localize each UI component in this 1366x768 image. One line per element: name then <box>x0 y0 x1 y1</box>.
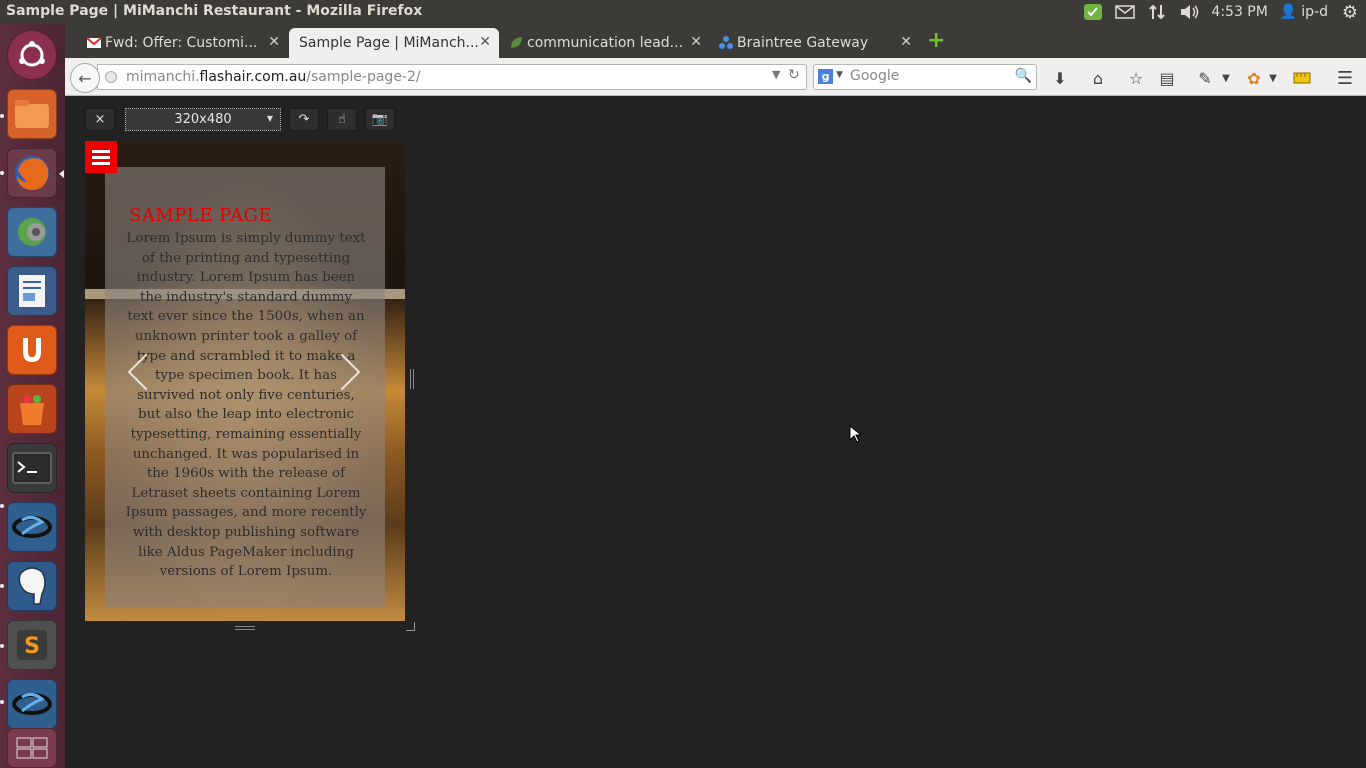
tab-label: Braintree Gateway <box>737 35 869 51</box>
bookmarks-menu-icon[interactable]: ▤ <box>1156 67 1178 89</box>
mouse-cursor <box>849 424 863 447</box>
new-tab-plus-icon[interactable]: + <box>927 30 945 52</box>
close-tab-icon[interactable]: ✕ <box>900 34 912 50</box>
software-center-icon[interactable] <box>7 384 57 434</box>
gmail-icon <box>86 36 102 50</box>
mobile-menu-button[interactable] <box>85 141 117 173</box>
chevron-down-icon: ▼ <box>266 114 273 123</box>
tab-bar: Fwd: Offer: Customi... ✕ Sample Page | M… <box>65 24 1366 58</box>
sublime-icon[interactable]: S <box>7 620 57 670</box>
screenshot-button[interactable]: 📷 <box>365 108 395 131</box>
viewport-corner-resize-handle[interactable] <box>406 622 415 631</box>
leaf-icon <box>509 36 523 50</box>
window-title: Sample Page | MiManchi Restaurant - Mozi… <box>6 3 423 19</box>
svg-text:S: S <box>24 634 40 659</box>
user-icon: 👤 <box>1279 4 1298 20</box>
url-path: /sample-page-2/ <box>306 69 421 85</box>
page-body-text: Lorem Ipsum is simply dummy text of the … <box>125 231 367 580</box>
clock[interactable]: 4:53 PM <box>1211 0 1267 24</box>
site-identity-icon[interactable] <box>105 71 117 83</box>
url-host: flashair.com.au <box>199 69 307 85</box>
app-s-icon[interactable] <box>7 502 57 552</box>
dev-dropdown-icon[interactable]: ▼ <box>1215 67 1237 89</box>
viewport-height-resize-handle[interactable] <box>235 626 255 630</box>
touch-simulation-button[interactable]: ☝ <box>327 108 357 131</box>
system-tray: 4:53 PM 👤 ip-d ⚙ <box>1077 0 1366 24</box>
search-placeholder: Google <box>850 68 900 84</box>
reload-icon[interactable]: ↻ <box>788 67 800 83</box>
search-bar[interactable]: g ▼ Google 🔍 <box>813 64 1037 90</box>
touch-icon: ☝ <box>338 112 346 127</box>
close-tab-icon[interactable]: ✕ <box>479 34 491 50</box>
system-settings-icon[interactable] <box>7 207 57 257</box>
search-icon[interactable]: 🔍 <box>1015 68 1032 84</box>
tab-label: Fwd: Offer: Customi... <box>105 35 258 51</box>
tab-communication[interactable]: communication lead... ✕ <box>505 28 710 58</box>
ubuntu-dash-icon[interactable] <box>7 30 57 80</box>
url-prefix: mimanchi. <box>126 69 200 85</box>
engine-dropdown-icon[interactable]: ▼ <box>836 70 843 80</box>
close-tab-icon[interactable]: ✕ <box>690 34 702 50</box>
tab-label: communication lead... <box>527 35 684 51</box>
mail-icon[interactable] <box>1115 3 1136 21</box>
rotate-icon: ↷ <box>298 112 310 127</box>
top-panel: Sample Page | MiManchi Restaurant - Mozi… <box>0 0 1366 24</box>
back-button[interactable]: ← <box>70 63 100 93</box>
tab-sample-page[interactable]: Sample Page | MiManch... ✕ <box>289 28 499 58</box>
app-s2-icon[interactable] <box>7 679 57 729</box>
close-responsive-button[interactable]: × <box>85 108 115 131</box>
developer-tools-icon[interactable]: ✎ <box>1194 67 1216 89</box>
messaging-icon[interactable] <box>1083 3 1103 21</box>
menu-bar <box>92 149 110 153</box>
tab-gmail[interactable]: Fwd: Offer: Customi... ✕ <box>83 28 288 58</box>
back-arrow-icon: ← <box>78 68 92 88</box>
network-icon[interactable] <box>1147 3 1167 21</box>
bookmark-star-icon[interactable]: ☆ <box>1125 67 1147 89</box>
camera-icon: 📷 <box>371 112 389 127</box>
writer-icon[interactable] <box>7 266 57 316</box>
close-tab-icon[interactable]: ✕ <box>268 34 280 50</box>
files-icon[interactable] <box>7 89 57 139</box>
firefox-icon[interactable] <box>7 148 57 198</box>
user-menu[interactable]: 👤 ip-d <box>1280 0 1328 24</box>
braintree-icon <box>719 36 733 50</box>
navigation-bar: ← mimanchi.flashair.com.au/sample-page-2… <box>65 58 1366 96</box>
rotate-button[interactable]: ↷ <box>289 108 319 131</box>
volume-icon[interactable] <box>1179 3 1199 21</box>
home-icon[interactable]: ⌂ <box>1087 67 1109 89</box>
postgres-icon[interactable] <box>7 561 57 611</box>
responsive-viewport: SAMPLE PAGE Lorem Ipsum is simply dummy … <box>85 141 405 621</box>
menu-bar <box>92 161 110 165</box>
terminal-icon[interactable] <box>7 443 57 493</box>
session-gear-icon[interactable]: ⚙ <box>1340 2 1360 23</box>
menu-bar <box>92 155 110 159</box>
extension-dropdown-icon[interactable]: ▼ <box>1262 67 1284 89</box>
viewport-width-resize-handle[interactable] <box>410 369 414 389</box>
page-heading: SAMPLE PAGE <box>129 205 273 226</box>
url-history-dropdown-icon[interactable]: ▼ <box>772 68 780 81</box>
user-name: ip-d <box>1301 4 1328 20</box>
url-bar[interactable]: mimanchi.flashair.com.au/sample-page-2/ <box>97 64 807 90</box>
unity-launcher: S <box>0 24 65 768</box>
tab-label: Sample Page | MiManch... <box>299 35 479 51</box>
ruler-icon[interactable] <box>1291 67 1313 89</box>
browser-content: × 320x480 ▼ ↷ ☝ 📷 SAMPLE PAGE Lorem Ipsu… <box>65 97 1366 768</box>
tab-braintree[interactable]: Braintree Gateway ✕ <box>715 28 920 58</box>
downloads-icon[interactable]: ⬇ <box>1049 67 1071 89</box>
ubuntu-one-icon[interactable] <box>7 325 57 375</box>
viewport-size-select[interactable]: 320x480 ▼ <box>125 108 281 131</box>
google-engine-icon[interactable]: g <box>818 69 833 84</box>
workspace-icon[interactable] <box>7 728 57 768</box>
viewport-size-value: 320x480 <box>174 112 232 127</box>
menu-hamburger-icon[interactable]: ☰ <box>1334 67 1356 89</box>
close-icon: × <box>94 112 106 127</box>
